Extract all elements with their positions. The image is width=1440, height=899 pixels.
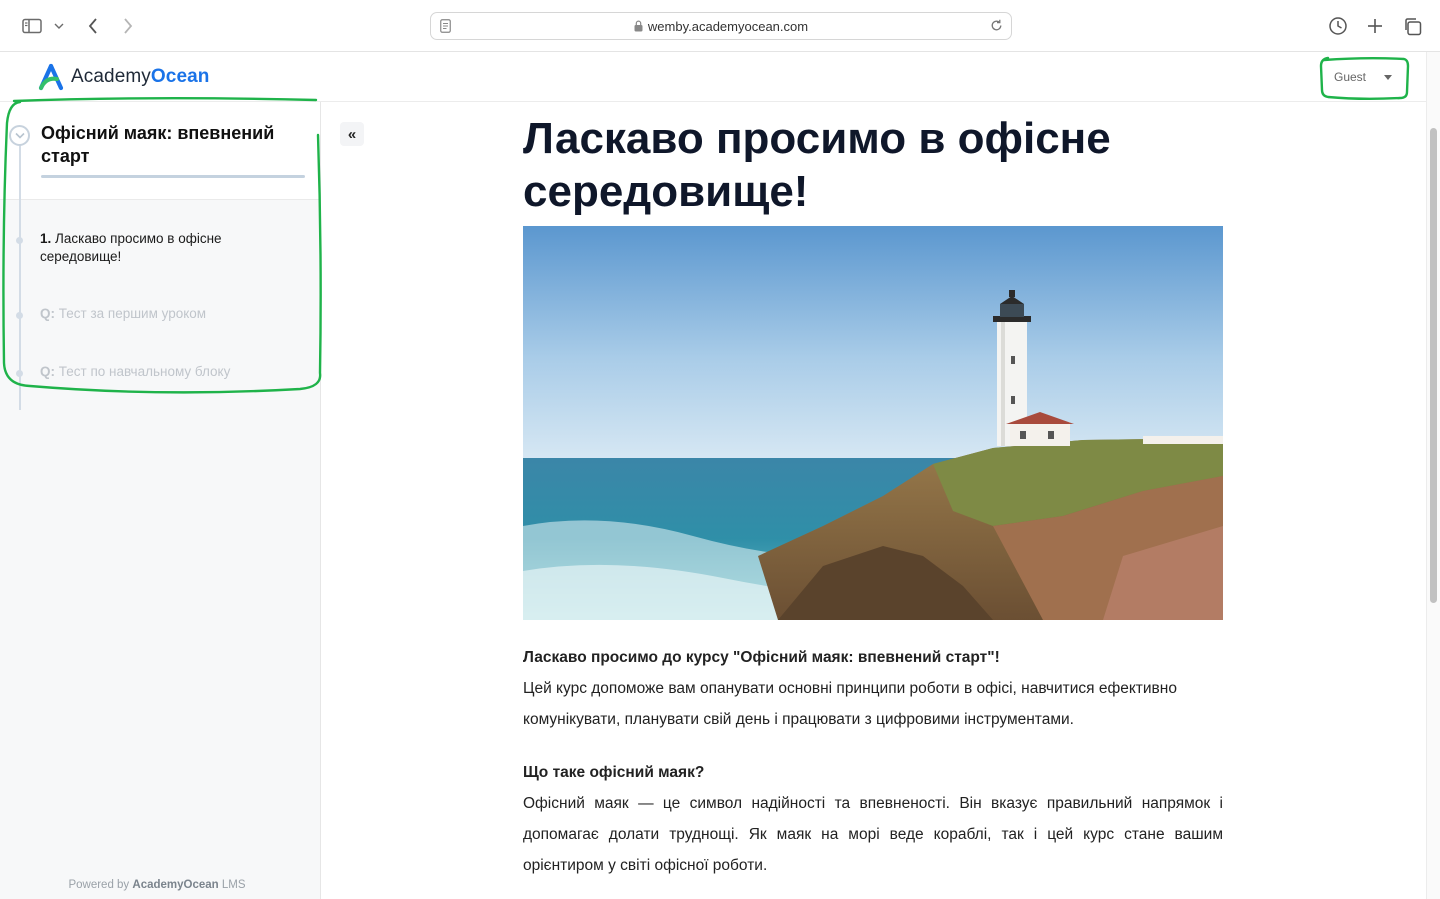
section-paragraph: Офісний маяк — це символ надійності та в…: [523, 795, 1223, 874]
chevron-down-icon[interactable]: [53, 14, 65, 38]
lesson-title: Ласкаво просимо в офісне середовище!: [523, 114, 1111, 216]
plus-icon[interactable]: [1364, 14, 1386, 38]
quiz-title: Тест по навчальному блоку: [58, 364, 231, 379]
browser-toolbar: wemby.academyocean.com: [0, 0, 1440, 52]
course-title: Офісний маяк: впевнений старт: [41, 123, 275, 166]
quiz-item-2[interactable]: Q: Тест по навчальному блоку: [40, 363, 290, 381]
intro-paragraph: Цей курс допоможе вам опанувати основні …: [523, 680, 1177, 728]
caret-down-icon: [1384, 74, 1393, 80]
chevron-left-icon[interactable]: [84, 14, 102, 38]
timeline-dot: [16, 312, 23, 319]
lesson-title: Ласкаво просимо в офісне середовище!: [40, 231, 222, 264]
quiz-title: Тест за першим уроком: [58, 306, 207, 321]
powered-by-footer: Powered by AcademyOcean LMS: [68, 879, 246, 891]
guest-user-dropdown[interactable]: Guest: [1323, 60, 1405, 94]
url-display: wemby.academyocean.com: [431, 19, 1011, 35]
collapse-sidebar-button[interactable]: «: [340, 122, 364, 146]
timeline-dot: [16, 237, 23, 244]
collapse-section-icon[interactable]: [9, 125, 30, 146]
lighthouse-hero-image: [523, 226, 1223, 620]
app-header: AcademyOcean Guest: [0, 52, 1426, 102]
course-sidebar: Офісний маяк: впевнений старт 1. Ласкаво…: [0, 102, 321, 899]
lesson-body: Ласкаво просимо до курсу "Офісний маяк: …: [523, 642, 1223, 881]
chevron-right-icon[interactable]: [119, 14, 137, 38]
lesson-item-1[interactable]: 1. Ласкаво просимо в офісне середовище!: [40, 230, 290, 266]
quiz-item-1[interactable]: Q: Тест за першим уроком: [40, 305, 290, 323]
logo-mark-icon: [38, 63, 64, 91]
section-heading: Що таке офісний маяк?: [523, 764, 705, 781]
lock-icon: [634, 20, 643, 35]
academyocean-logo[interactable]: AcademyOcean: [37, 63, 210, 91]
sidebar-toggle-icon[interactable]: [22, 14, 42, 38]
url-text: wemby.academyocean.com: [647, 19, 809, 34]
tabs-overview-icon[interactable]: [1401, 14, 1423, 38]
page-scrollbar[interactable]: [1426, 52, 1440, 899]
course-progress-bar: [41, 175, 305, 178]
course-header: Офісний маяк: впевнений старт: [0, 102, 320, 200]
scrollbar-thumb[interactable]: [1430, 128, 1437, 603]
clock-icon[interactable]: [1327, 14, 1349, 38]
reload-icon[interactable]: [990, 19, 1003, 37]
logo-wordmark: AcademyOcean: [71, 66, 210, 87]
intro-heading: Ласкаво просимо до курсу "Офісний маяк: …: [523, 649, 1000, 666]
timeline-dot: [16, 370, 23, 377]
powered-by-link[interactable]: AcademyOcean: [132, 879, 218, 891]
address-bar[interactable]: wemby.academyocean.com: [430, 12, 1012, 40]
user-label: Guest: [1334, 70, 1367, 84]
